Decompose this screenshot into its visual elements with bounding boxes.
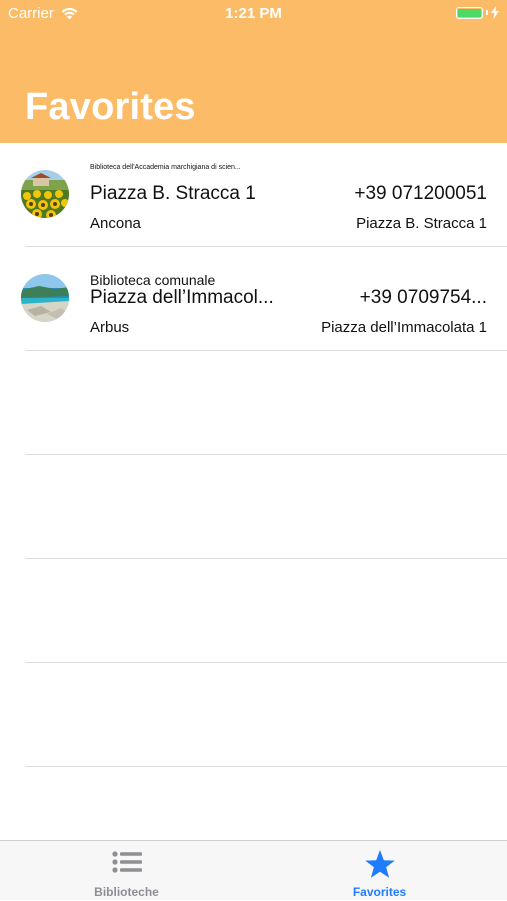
status-bar: Carrier 1:21 PM	[0, 0, 507, 28]
star-icon	[364, 850, 395, 878]
status-time: 1:21 PM	[225, 5, 282, 22]
battery-indicator	[456, 6, 499, 19]
tab-favorites[interactable]: Favorites	[253, 841, 506, 901]
coastal-beach-photo	[21, 274, 69, 322]
empty-row	[25, 351, 507, 455]
navigation-header: Carrier 1:21 PM Favorites	[0, 0, 507, 143]
library-city: Arbus	[90, 319, 130, 336]
tab-label: Favorites	[352, 885, 407, 899]
list-icon	[111, 851, 142, 873]
tab-label: Biblioteche	[94, 885, 159, 899]
library-name: Biblioteca dell'Accademia marchigiana di…	[90, 164, 241, 171]
charging-bolt-icon	[491, 6, 499, 19]
empty-row	[25, 455, 507, 559]
library-city: Ancona	[90, 215, 141, 232]
favorite-row[interactable]: Biblioteca comunale Piazza dell’Immacol.…	[21, 247, 507, 351]
library-address: Piazza B. Stracca 1	[90, 183, 256, 204]
library-address-detail: Piazza dell’Immacolata 1	[321, 319, 487, 336]
tab-biblioteche[interactable]: Biblioteche	[0, 841, 253, 901]
favorites-list: Biblioteca dell'Accademia marchigiana di…	[0, 143, 507, 767]
library-address-detail: Piazza B. Stracca 1	[356, 215, 487, 232]
empty-row	[25, 559, 507, 663]
battery-tip	[486, 10, 488, 15]
library-address: Piazza dell’Immacol...	[90, 287, 274, 308]
library-name: Biblioteca comunale	[90, 272, 216, 288]
page-title: Favorites	[25, 86, 196, 128]
battery-level	[458, 8, 481, 17]
library-phone: +39 0709754...	[359, 287, 487, 308]
sunflower-field-photo	[21, 170, 69, 218]
empty-row	[25, 663, 507, 767]
tab-bar: Biblioteche Favorites	[0, 840, 507, 900]
battery-icon	[456, 6, 483, 19]
library-phone: +39 071200051	[354, 183, 487, 204]
favorite-row[interactable]: Biblioteca dell'Accademia marchigiana di…	[21, 143, 507, 247]
